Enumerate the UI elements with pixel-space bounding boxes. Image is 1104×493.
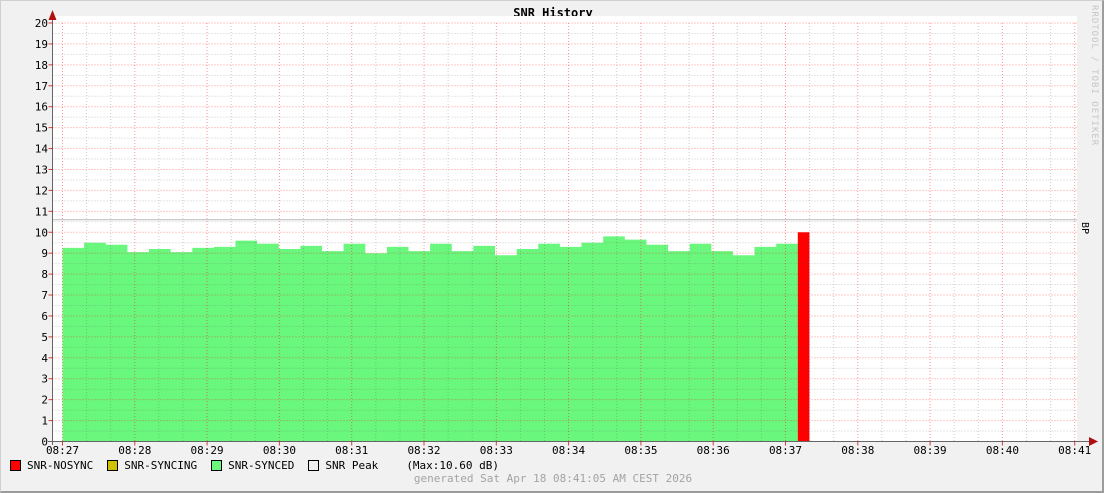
syncing-swatch-icon	[107, 460, 119, 471]
rrdtool-graph-window: SNR History 08:27 08:28 08:29 08:30 08:31 08:…	[0, 0, 1104, 493]
x-tick-label: 08:28	[118, 444, 151, 457]
y-tick-label: 0	[41, 436, 48, 449]
y-tick-label: 1	[41, 415, 48, 428]
y-tick-label: 11	[35, 205, 48, 218]
legend-label-peak: SNR Peak	[325, 459, 379, 472]
x-tick-label: 08:39	[914, 444, 947, 457]
legend-item-peak: SNR Peak	[308, 459, 378, 472]
y-tick-label: 20	[35, 17, 48, 30]
legend-label-syncing: SNR-SYNCING	[124, 459, 198, 472]
y-tick-label: 2	[41, 394, 48, 407]
legend-item-synced: SNR-SYNCED	[211, 459, 294, 472]
x-tick-label: 08:29	[191, 444, 224, 457]
x-tick-label: 08:34	[552, 444, 585, 457]
y-tick-label: 6	[41, 310, 48, 323]
x-tick-label: 08:35	[624, 444, 657, 457]
x-tick-label: 08:36	[697, 444, 730, 457]
nosync-swatch-icon	[10, 460, 21, 471]
y-tick-label: 10	[35, 226, 48, 239]
x-tick-label: 08:32	[407, 444, 440, 457]
y-tick-label: 13	[35, 163, 48, 176]
legend-label-synced: SNR-SYNCED	[228, 459, 295, 472]
synced-swatch-icon	[211, 460, 223, 471]
y-tick-label: 7	[41, 289, 48, 302]
y-tick-label: 18	[35, 59, 48, 72]
y-tick-label: 16	[35, 101, 48, 114]
x-tick-label: 08:40	[986, 444, 1019, 457]
y-tick-label: 5	[41, 331, 48, 344]
y-tick-label: 15	[35, 122, 48, 135]
y-tick-label: 9	[41, 247, 48, 260]
x-tick-label: 08:38	[841, 444, 874, 457]
x-tick-label: 08:30	[263, 444, 296, 457]
y-tick-label: 17	[35, 80, 48, 93]
generated-timestamp: generated Sat Apr 18 08:41:05 AM CEST 20…	[413, 472, 693, 485]
snr-history-plot: 08:27 08:28 08:29 08:30 08:31 08:32 08:33 08:34…	[35, 10, 1098, 457]
peak-swatch-icon	[308, 460, 320, 471]
legend: SNR-NOSYNC SNR-SYNCING SNR-SYNCED SNR Pe…	[10, 459, 499, 472]
x-tick-label: 08:31	[335, 444, 368, 457]
y-tick-label: 14	[35, 143, 49, 156]
peak-max-note: (Max:10.60 dB)	[406, 459, 500, 472]
x-tick-label: 08:41	[1058, 444, 1091, 457]
right-axis-label: BP	[1079, 222, 1090, 235]
y-tick-label: 8	[41, 268, 48, 281]
y-tick-label: 3	[41, 373, 48, 386]
legend-label-nosync: SNR-NOSYNC	[27, 459, 94, 472]
rrdtool-watermark: RRDTOOL / TOBI OETIKER	[1089, 5, 1099, 147]
area-SNR-SYNCED	[62, 236, 798, 442]
y-tick-label: 19	[35, 38, 48, 51]
x-tick-label: 08:33	[480, 444, 513, 457]
y-axis-arrow-icon	[48, 10, 57, 20]
y-tick-label: 12	[35, 184, 48, 197]
legend-item-syncing: SNR-SYNCING	[107, 459, 197, 472]
x-tick-label: 08:37	[769, 444, 802, 457]
x-tick-label: 08:27	[46, 444, 79, 457]
y-tick-label: 4	[41, 352, 48, 365]
legend-item-nosync: SNR-NOSYNC	[10, 459, 93, 472]
